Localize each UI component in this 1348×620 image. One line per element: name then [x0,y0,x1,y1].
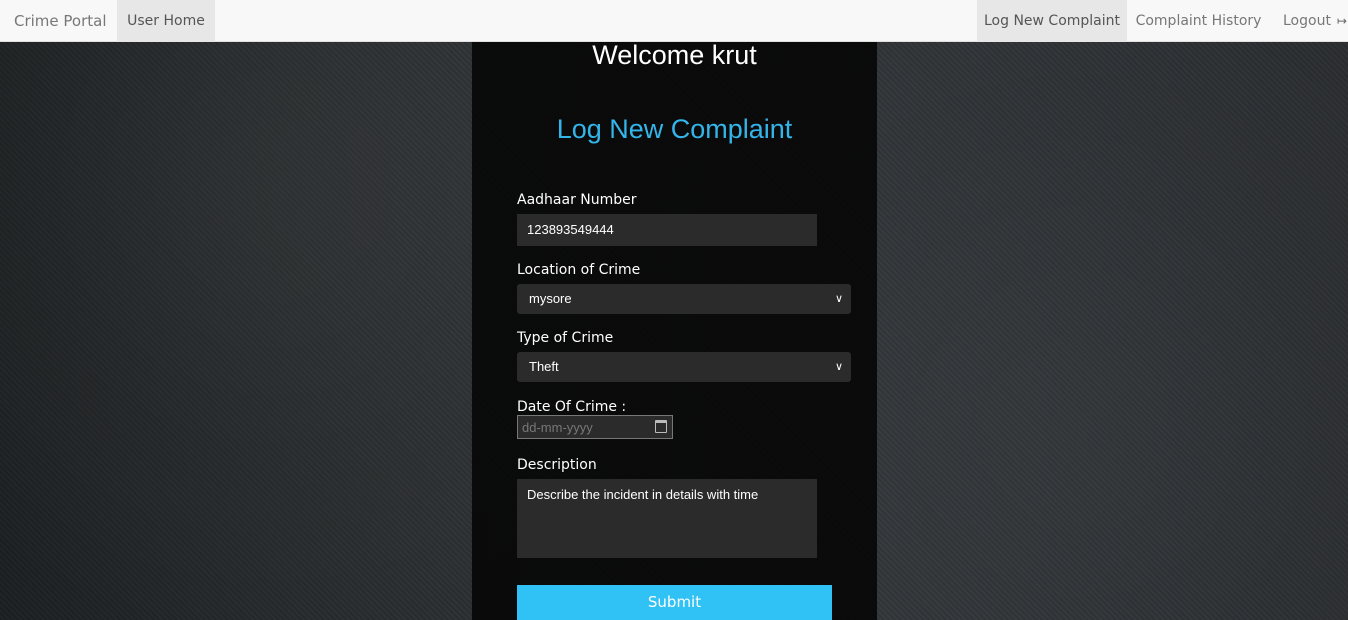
location-selected-value: mysore [529,291,572,306]
crime-type-select[interactable]: Theft ∨ [517,352,851,382]
logout-label: Logout [1283,13,1331,29]
nav-complaint-history[interactable]: Complaint History [1127,0,1270,42]
date-label: Date Of Crime : [517,399,627,415]
submit-button[interactable]: Submit [517,585,832,620]
welcome-heading: Welcome krut [592,40,757,70]
date-placeholder: dd-mm-yyyy [522,420,593,435]
complaint-form-panel: Welcome krut Log New Complaint Aadhaar N… [472,40,877,620]
crime-type-selected-value: Theft [529,359,559,374]
description-label: Description [517,457,597,473]
location-select[interactable]: mysore ∨ [517,284,851,314]
nav-log-new-complaint[interactable]: Log New Complaint [977,0,1127,42]
description-textarea[interactable]: Describe the incident in details with ti… [517,479,817,558]
form-title: Log New Complaint [556,114,793,144]
nav-logout[interactable]: Logout ↦ [1270,0,1348,42]
date-input[interactable]: dd-mm-yyyy [517,415,673,439]
top-navbar: Crime Portal User Home Log New Complaint… [0,0,1348,42]
sign-out-icon: ↦ [1336,14,1347,28]
brand-link[interactable]: Crime Portal [14,0,107,42]
crime-type-label: Type of Crime [517,330,614,346]
nav-user-home[interactable]: User Home [117,0,215,42]
chevron-down-icon: ∨ [834,293,843,305]
chevron-down-icon: ∨ [834,361,843,373]
location-label: Location of Crime [517,262,641,278]
calendar-icon[interactable] [655,420,667,433]
aadhaar-label: Aadhaar Number [517,192,637,208]
aadhaar-input[interactable]: 123893549444 [517,214,817,246]
